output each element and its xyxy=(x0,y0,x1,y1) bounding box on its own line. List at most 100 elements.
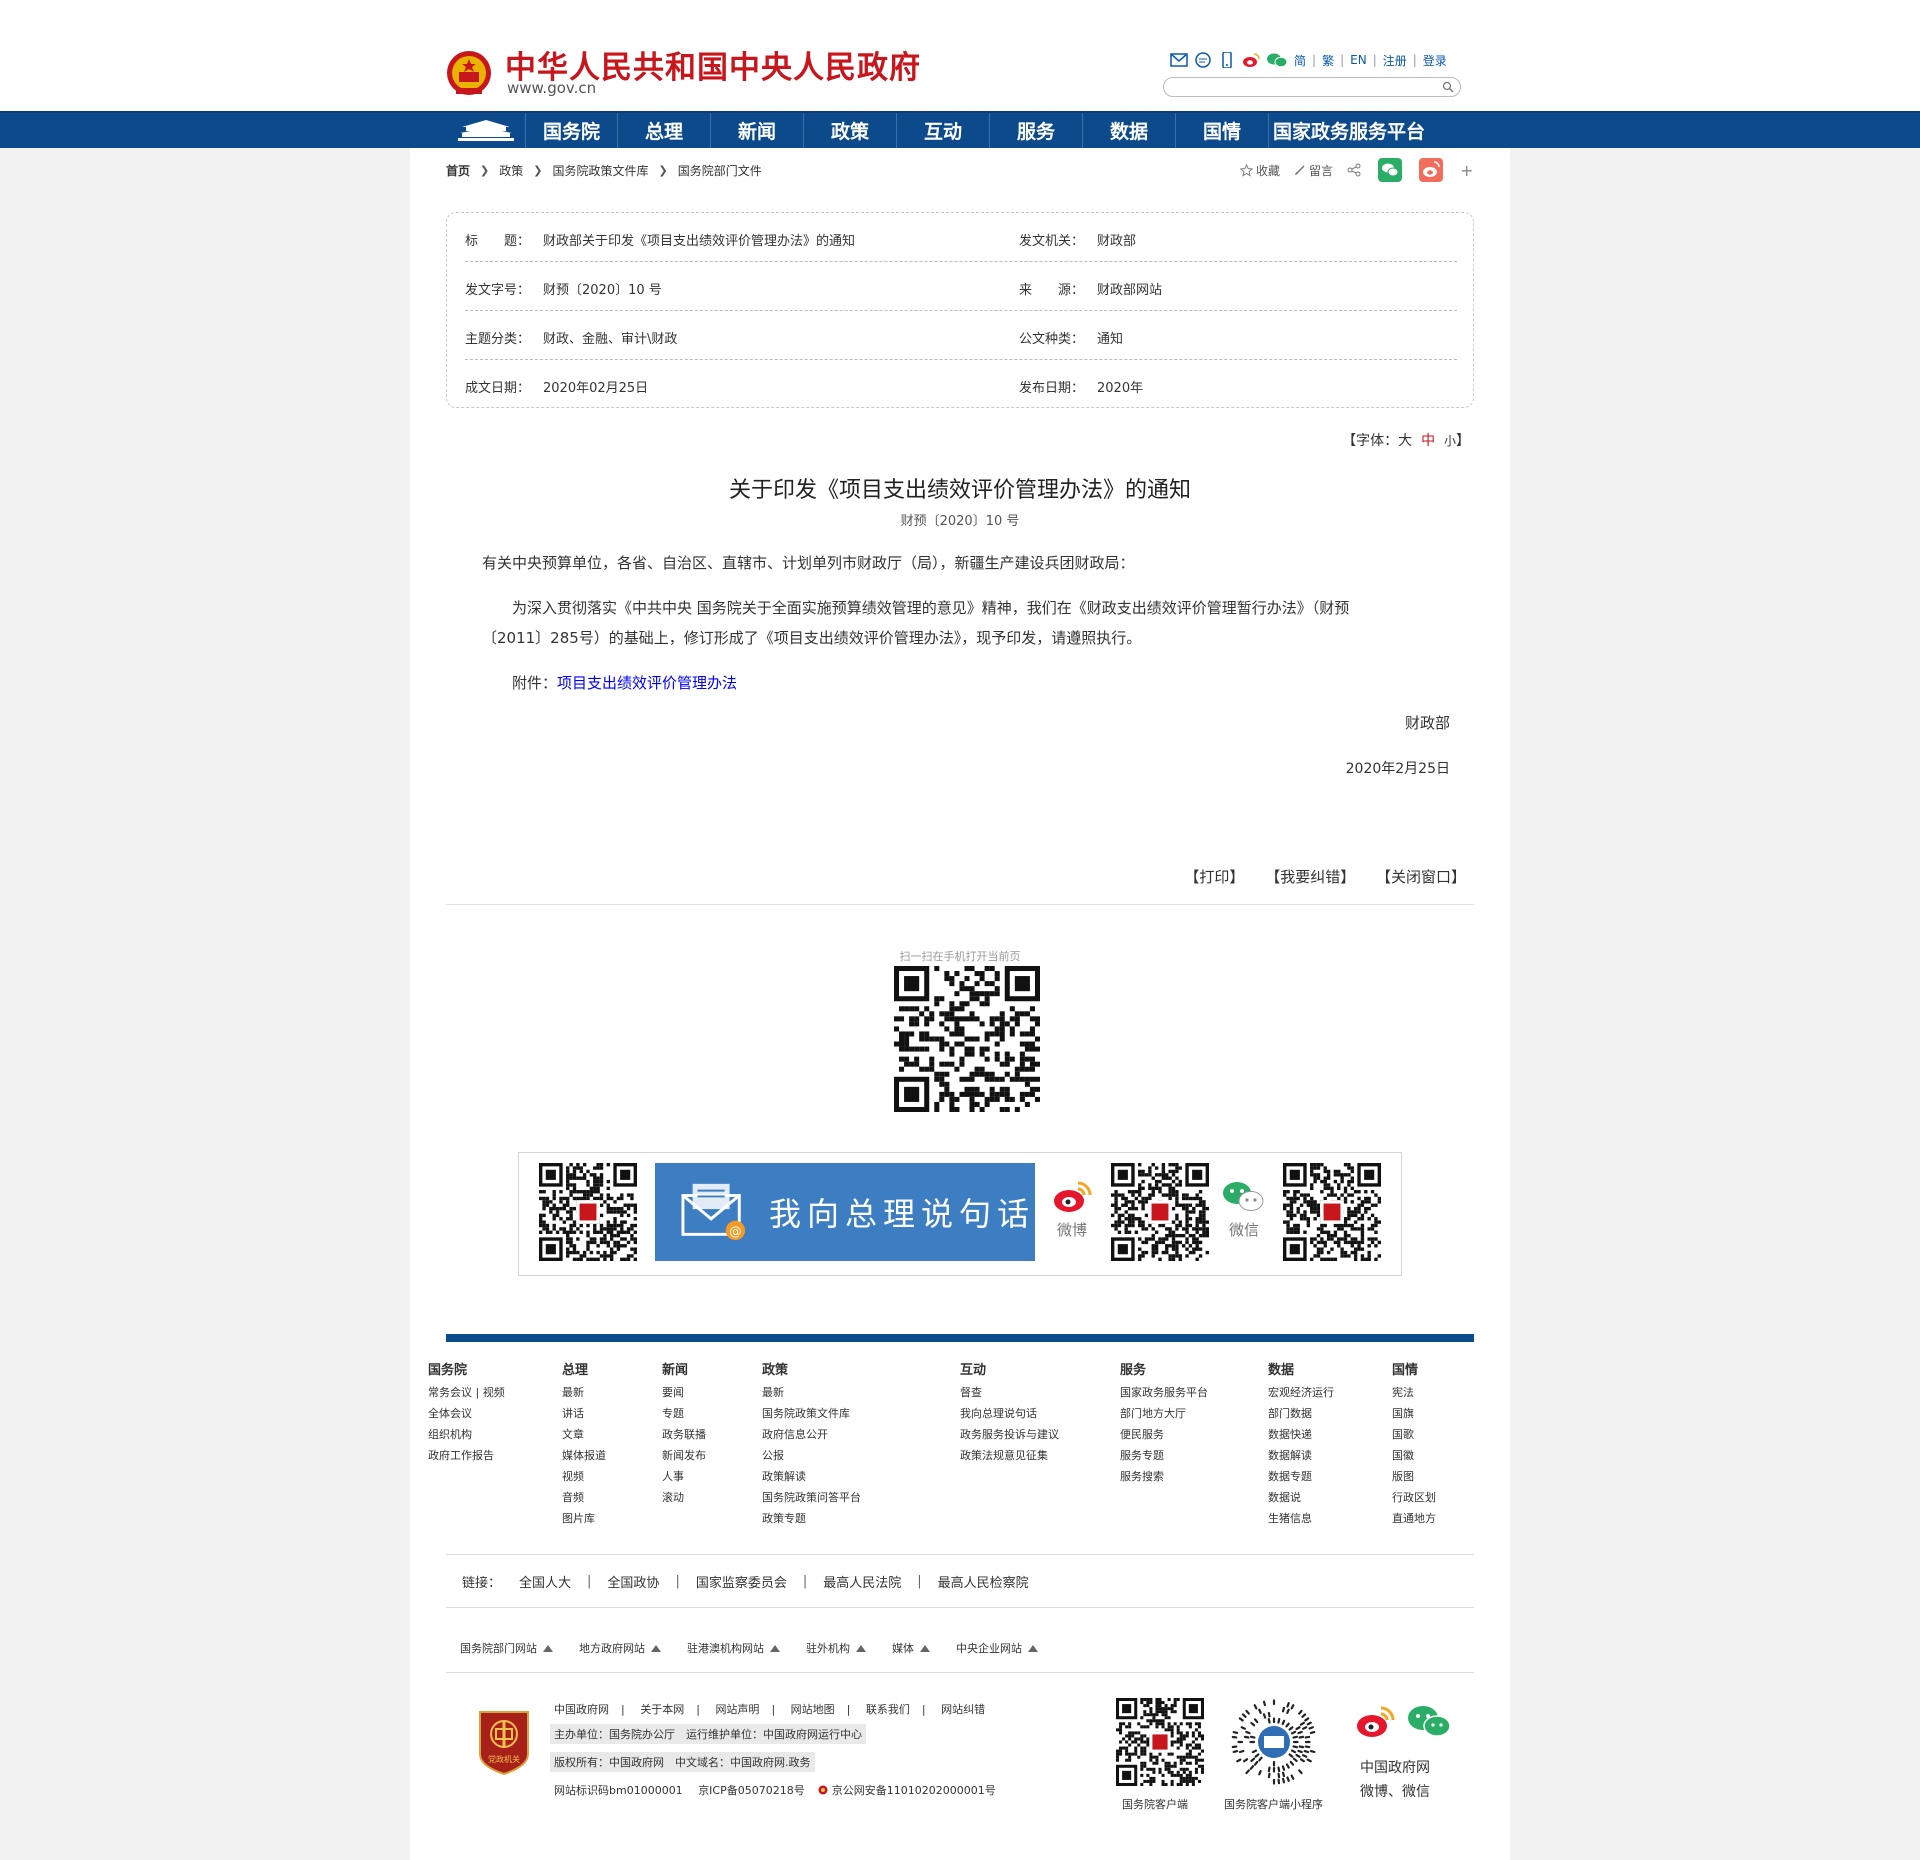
footer-column-link[interactable]: 音频 xyxy=(562,1487,606,1508)
nav-service-platform[interactable]: 国家政务服务平台 xyxy=(1269,113,1429,148)
font-size-large[interactable]: 大 xyxy=(1398,433,1412,449)
correct-button[interactable]: 【我要纠错】 xyxy=(1265,868,1355,886)
footer-column-head[interactable]: 总理 xyxy=(562,1360,606,1381)
footer-column-link[interactable]: 视频 xyxy=(562,1466,606,1487)
footer-column-link[interactable]: 要闻 xyxy=(662,1382,706,1403)
lang-english[interactable]: EN xyxy=(1350,53,1367,67)
footer-column-link[interactable]: 最新 xyxy=(562,1382,606,1403)
wechat-icon[interactable] xyxy=(1406,1704,1452,1740)
nav-data[interactable]: 数据 xyxy=(1083,113,1176,148)
footer-column-link[interactable]: 政策专题 xyxy=(762,1508,861,1529)
search-icon[interactable] xyxy=(1442,81,1454,93)
weibo-icon[interactable] xyxy=(1242,52,1260,68)
footer-column-link[interactable]: 政务联播 xyxy=(662,1424,706,1445)
dropdown-soe-sites[interactable]: 中央企业网站 xyxy=(956,1640,1038,1656)
footer-column-head[interactable]: 新闻 xyxy=(662,1360,706,1381)
talk-to-premier-banner[interactable]: @ 我向总理说句话 xyxy=(655,1163,1035,1261)
nav-service[interactable]: 服务 xyxy=(990,113,1083,148)
breadcrumb-home[interactable]: 首页 xyxy=(446,162,470,179)
footer-column-link[interactable]: 新闻发布 xyxy=(662,1445,706,1466)
chat-icon[interactable] xyxy=(1194,52,1212,68)
wechat-icon[interactable] xyxy=(1221,1179,1265,1215)
link-cppcc[interactable]: 全国政协 xyxy=(607,1572,659,1591)
footer-column-link[interactable]: 讲话 xyxy=(562,1403,606,1424)
footer-column-link[interactable]: 常务会议 | 视频 xyxy=(428,1382,505,1403)
footer-column-link[interactable]: 数据解读 xyxy=(1268,1445,1334,1466)
register-link[interactable]: 注册 xyxy=(1383,52,1407,69)
share-button[interactable] xyxy=(1347,163,1364,177)
footer-column-head[interactable]: 国情 xyxy=(1392,1360,1436,1381)
footer-column-link[interactable]: 部门地方大厅 xyxy=(1120,1403,1208,1424)
nav-guowuyuan[interactable]: 国务院 xyxy=(526,113,618,148)
print-button[interactable]: 【打印】 xyxy=(1184,868,1244,886)
dropdown-media[interactable]: 媒体 xyxy=(892,1640,930,1656)
dropdown-local-sites[interactable]: 地方政府网站 xyxy=(579,1640,661,1656)
footer-column-link[interactable]: 政府信息公开 xyxy=(762,1424,861,1445)
footer-column-link[interactable]: 政策解读 xyxy=(762,1466,861,1487)
lang-traditional[interactable]: 繁 xyxy=(1322,52,1334,69)
footer-column-link[interactable]: 数据说 xyxy=(1268,1487,1334,1508)
footer-column-link[interactable]: 公报 xyxy=(762,1445,861,1466)
footer-column-link[interactable]: 国务院政策文件库 xyxy=(762,1403,861,1424)
footer-link-statement[interactable]: 网站声明 xyxy=(715,1703,759,1716)
footer-column-link[interactable]: 国歌 xyxy=(1392,1424,1436,1445)
footer-column-link[interactable]: 宏观经济运行 xyxy=(1268,1382,1334,1403)
footer-column-link[interactable]: 政务服务投诉与建议 xyxy=(960,1424,1059,1445)
footer-column-link[interactable]: 国旗 xyxy=(1392,1403,1436,1424)
footer-column-link[interactable]: 版图 xyxy=(1392,1466,1436,1487)
nav-news[interactable]: 新闻 xyxy=(711,113,804,148)
login-link[interactable]: 登录 xyxy=(1423,52,1447,69)
attachment-link[interactable]: 项目支出绩效评价管理办法 xyxy=(557,674,737,692)
lang-simplified[interactable]: 简 xyxy=(1294,52,1306,69)
footer-column-link[interactable]: 政府工作报告 xyxy=(428,1445,505,1466)
mail-icon[interactable] xyxy=(1170,52,1188,68)
footer-column-link[interactable]: 全体会议 xyxy=(428,1403,505,1424)
nav-zongli[interactable]: 总理 xyxy=(618,113,711,148)
footer-column-link[interactable]: 国家政务服务平台 xyxy=(1120,1382,1208,1403)
link-npc[interactable]: 全国人大 xyxy=(519,1572,571,1591)
footer-link-correct[interactable]: 网站纠错 xyxy=(941,1703,985,1716)
search-input[interactable] xyxy=(1163,77,1461,97)
breadcrumb-department-docs[interactable]: 国务院部门文件 xyxy=(678,162,762,179)
weibo-icon[interactable] xyxy=(1354,1704,1398,1740)
nav-interaction[interactable]: 互动 xyxy=(897,113,990,148)
footer-column-link[interactable]: 督查 xyxy=(960,1382,1059,1403)
footer-link-contact[interactable]: 联系我们 xyxy=(866,1703,910,1716)
mobile-icon[interactable] xyxy=(1218,52,1236,68)
comment-button[interactable]: 留言 xyxy=(1294,162,1333,179)
nav-policy[interactable]: 政策 xyxy=(804,113,897,148)
font-size-medium[interactable]: 中 xyxy=(1421,433,1435,449)
footer-column-link[interactable]: 图片库 xyxy=(562,1508,606,1529)
footer-column-link[interactable]: 服务专题 xyxy=(1120,1445,1208,1466)
footer-column-link[interactable]: 我向总理说句话 xyxy=(960,1403,1059,1424)
footer-column-link[interactable]: 组织机构 xyxy=(428,1424,505,1445)
footer-link-home[interactable]: 中国政府网 xyxy=(554,1703,609,1716)
link-supervision[interactable]: 国家监察委员会 xyxy=(696,1572,787,1591)
footer-column-link[interactable]: 服务搜索 xyxy=(1120,1466,1208,1487)
nav-national[interactable]: 国情 xyxy=(1176,113,1269,148)
footer-column-link[interactable]: 人事 xyxy=(662,1466,706,1487)
footer-column-link[interactable]: 媒体报道 xyxy=(562,1445,606,1466)
footer-police-record[interactable]: 京公网安备11010202000001号 xyxy=(832,1784,996,1797)
footer-link-about[interactable]: 关于本网 xyxy=(640,1703,684,1716)
footer-icp[interactable]: 京ICP备05070218号 xyxy=(698,1784,805,1797)
footer-column-link[interactable]: 最新 xyxy=(762,1382,861,1403)
link-procuratorate[interactable]: 最高人民检察院 xyxy=(938,1572,1029,1591)
footer-column-link[interactable]: 行政区划 xyxy=(1392,1487,1436,1508)
footer-column-link[interactable]: 滚动 xyxy=(662,1487,706,1508)
footer-column-link[interactable]: 部门数据 xyxy=(1268,1403,1334,1424)
close-window-button[interactable]: 【关闭窗口】 xyxy=(1376,868,1466,886)
footer-column-head[interactable]: 政策 xyxy=(762,1360,861,1381)
wechat-icon[interactable] xyxy=(1266,52,1288,68)
national-emblem-icon[interactable] xyxy=(446,48,492,98)
dropdown-hkmacau-sites[interactable]: 驻港澳机构网站 xyxy=(687,1640,780,1656)
footer-column-link[interactable]: 生猪信息 xyxy=(1268,1508,1334,1529)
breadcrumb-policy[interactable]: 政策 xyxy=(499,162,523,179)
footer-column-link[interactable]: 国务院政策问答平台 xyxy=(762,1487,861,1508)
nav-home-button[interactable] xyxy=(446,113,526,148)
footer-column-link[interactable]: 便民服务 xyxy=(1120,1424,1208,1445)
footer-link-sitemap[interactable]: 网站地图 xyxy=(791,1703,835,1716)
font-size-small[interactable]: 小 xyxy=(1444,434,1456,448)
share-wechat-button[interactable] xyxy=(1378,158,1405,182)
weibo-icon[interactable] xyxy=(1051,1179,1093,1215)
